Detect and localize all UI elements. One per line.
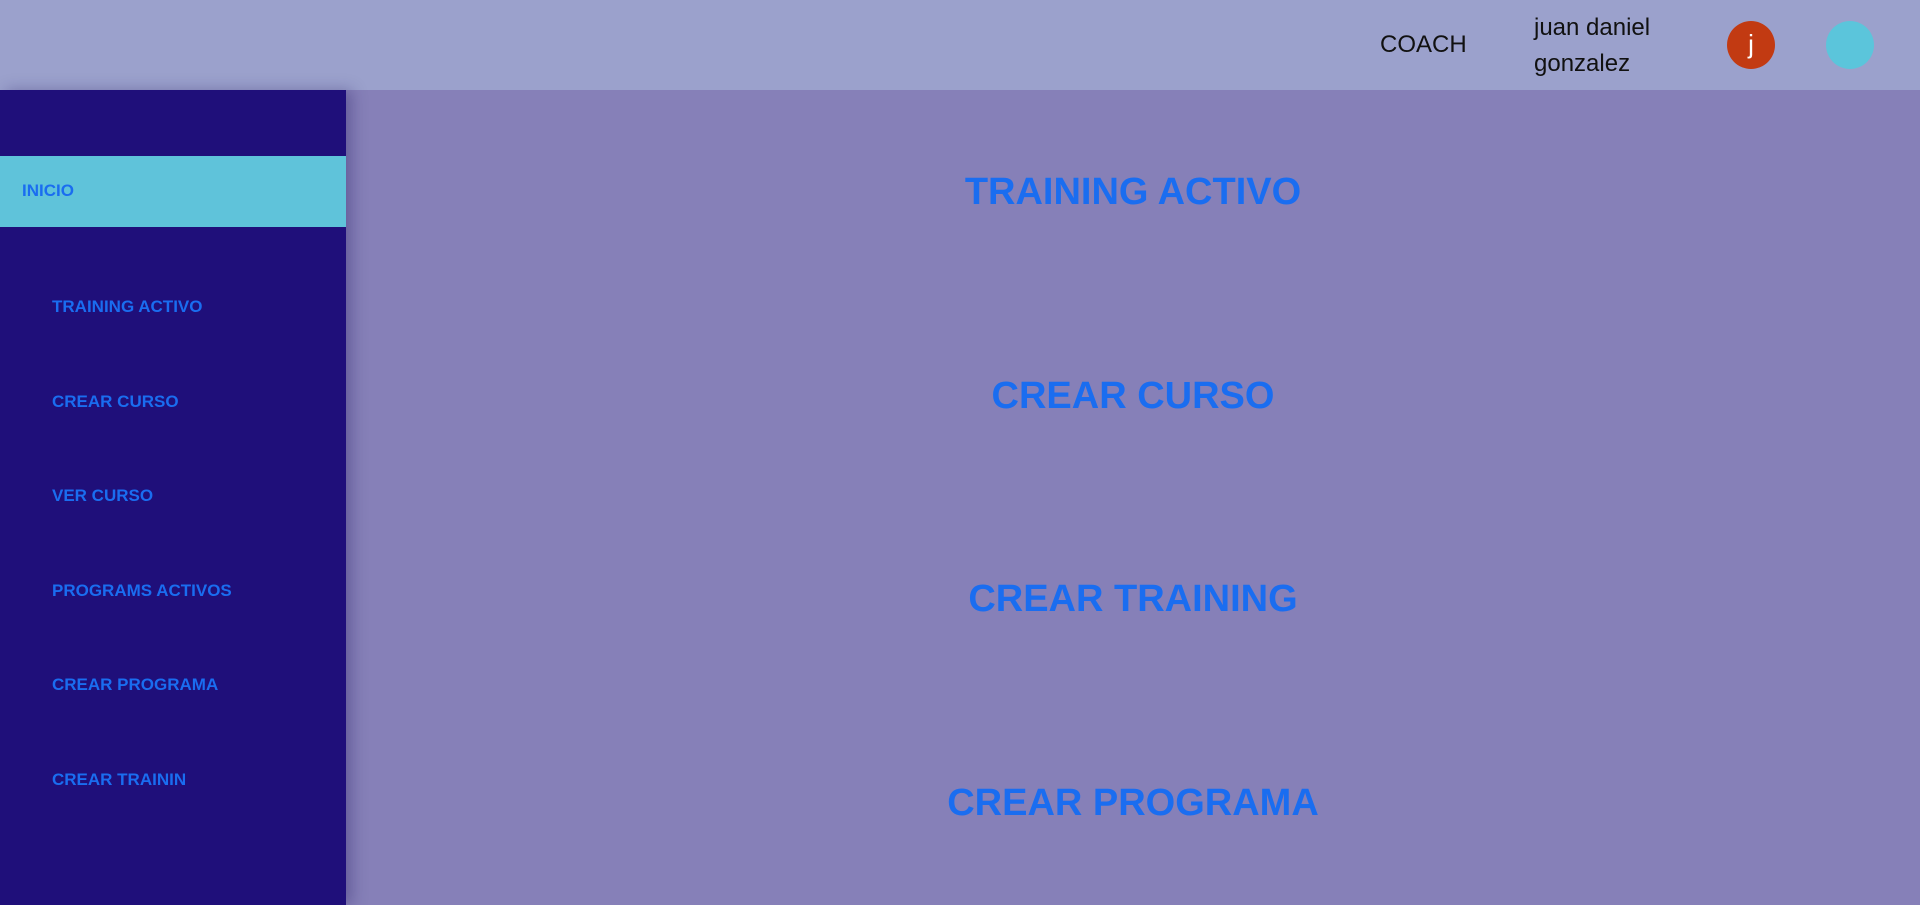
sidebar-item-training-activo[interactable]: TRAINING ACTIVO xyxy=(52,297,202,317)
sidebar-item-inicio[interactable]: INICIO xyxy=(0,156,346,227)
sidebar-item-ver-curso[interactable]: VER CURSO xyxy=(52,486,153,506)
sidebar: INICIO TRAINING ACTIVO CREAR CURSO VER C… xyxy=(0,90,346,905)
user-avatar[interactable]: j xyxy=(1727,21,1775,69)
link-crear-programa[interactable]: CREAR PROGRAMA xyxy=(346,781,1920,825)
link-crear-training[interactable]: CREAR TRAINING xyxy=(346,577,1920,621)
menu-toggle-button[interactable] xyxy=(1826,21,1874,69)
sidebar-item-crear-trainin[interactable]: CREAR TRAININ xyxy=(52,770,186,790)
link-crear-curso[interactable]: CREAR CURSO xyxy=(346,374,1920,418)
sidebar-item-programs-activos[interactable]: PROGRAMS ACTIVOS xyxy=(52,581,232,601)
user-name[interactable]: juan daniel gonzalez xyxy=(1534,10,1664,82)
link-training-activo[interactable]: TRAINING ACTIVO xyxy=(346,170,1920,214)
top-bar: COACH juan daniel gonzalez j xyxy=(0,0,1920,90)
sidebar-item-crear-programa[interactable]: CREAR PROGRAMA xyxy=(52,675,218,695)
user-role: COACH xyxy=(1380,31,1467,58)
sidebar-item-label: INICIO xyxy=(22,181,74,200)
sidebar-item-crear-curso[interactable]: CREAR CURSO xyxy=(52,392,179,412)
